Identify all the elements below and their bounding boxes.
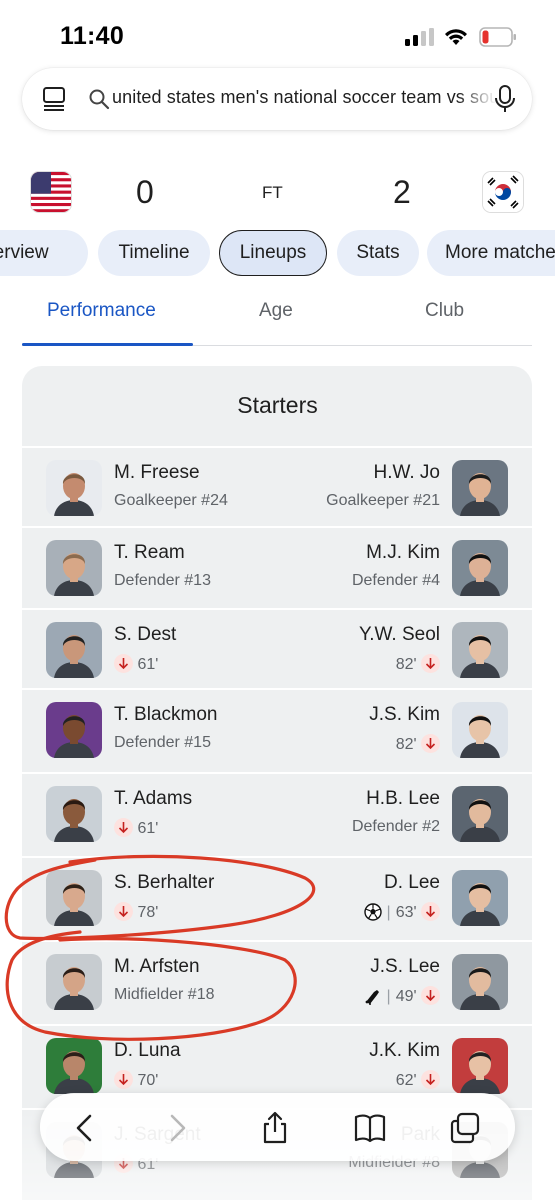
share-icon[interactable]: [258, 1111, 292, 1145]
browser-toolbar: [40, 1093, 515, 1161]
red-annotation-circles: [4, 854, 316, 1041]
back-icon[interactable]: [68, 1111, 102, 1145]
forward-icon[interactable]: [160, 1111, 194, 1145]
tabs-icon[interactable]: [448, 1111, 482, 1145]
bookmarks-icon[interactable]: [353, 1111, 387, 1145]
